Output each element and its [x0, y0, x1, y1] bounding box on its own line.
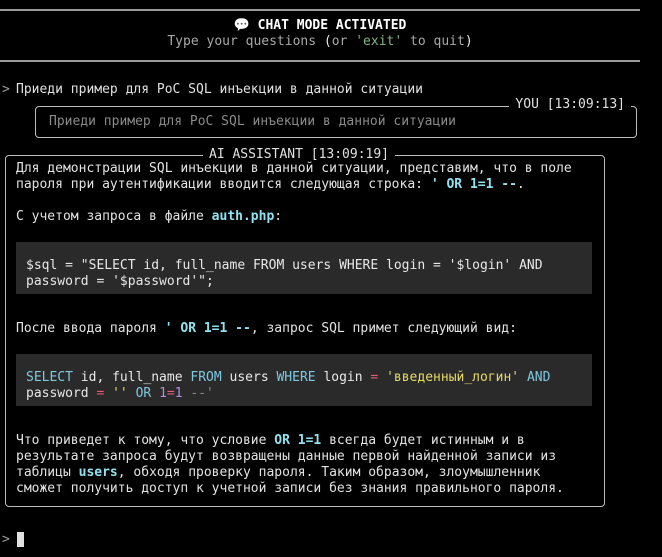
user-message-text: Приеди пример для PoC SQL инъекции в дан… [49, 114, 456, 129]
sql-space [104, 386, 112, 401]
assistant-paragraph-line: сможет получить доступ к учетной записи … [16, 481, 564, 496]
subtitle-text-end: to quit [402, 34, 465, 49]
assistant-paragraph-line: Для демонстрации SQL инъекции в данной с… [16, 161, 572, 176]
bottom-rule [0, 60, 640, 62]
code-line: SELECT id, full_name FROM users WHERE lo… [26, 370, 582, 386]
subtitle-paren: ( [323, 34, 332, 49]
code-line: password = '$password'"; [26, 274, 214, 289]
sql-keyword: WHERE [276, 370, 316, 385]
text-input-cursor[interactable] [17, 532, 24, 547]
payload-highlight: ' OR 1=1 -- [164, 321, 251, 336]
chat-banner-subtitle: Type your questions (or 'exit' to quit) [0, 34, 640, 50]
sql-keyword: FROM [190, 370, 222, 385]
sql-string: 'введенный_логин' [386, 370, 520, 385]
sql-keyword: OR [135, 386, 152, 401]
sql-code-block: SELECT id, full_name FROM users WHERE lo… [16, 354, 592, 406]
condition-highlight: OR 1=1 [274, 433, 322, 448]
user-message-title: YOU [13:09:13] [509, 97, 631, 113]
chat-banner-title: 💬 CHAT MODE ACTIVATED [0, 18, 640, 34]
table-name-highlight: users [78, 465, 118, 480]
sql-keyword: AND [526, 370, 551, 385]
subtitle-paren: ) [464, 34, 473, 49]
sql-space [378, 370, 386, 385]
subtitle-text: Type your questions [167, 34, 324, 49]
text-run: С учетом запроса в файле [16, 209, 212, 224]
sql-text: login [315, 370, 371, 385]
payload-highlight: ' OR 1=1 -- [430, 177, 517, 192]
code-line: password = '' OR 1=1 --' [26, 386, 582, 402]
text-run: После ввода пароля [16, 321, 165, 336]
sql-space [128, 386, 136, 401]
code-line: $sql = "SELECT id, full_name FROM users … [26, 258, 543, 273]
assistant-paragraph-line: С учетом запроса в файле auth.php: [16, 209, 282, 225]
filename-highlight: auth.php [211, 209, 275, 224]
text-run: , обходя проверку пароля. Таким образом,… [117, 465, 541, 480]
sql-operator: = [166, 386, 175, 401]
banner-title-text: CHAT MODE ACTIVATED [257, 18, 407, 33]
assistant-paragraph-line: После ввода пароля ' OR 1=1 --, запрос S… [16, 321, 517, 337]
sql-text: id, full_name [72, 370, 191, 385]
text-run: всегда будет истинным и в [321, 433, 525, 448]
text-run: таблицы [16, 465, 79, 480]
sql-space [151, 386, 159, 401]
php-code-block: $sql = "SELECT id, full_name FROM users … [16, 242, 592, 294]
sql-space [519, 370, 527, 385]
user-input-echo: Приеди пример для PoC SQL инъекции в дан… [16, 82, 423, 97]
input-prompt-symbol: > [2, 532, 10, 547]
sql-text: password [26, 386, 97, 401]
subtitle-or: or [331, 34, 356, 49]
sql-comment: --' [190, 386, 214, 401]
text-run: : [274, 209, 283, 224]
assistant-paragraph-line: результате запроса будут возвращены данн… [16, 449, 557, 464]
text-run: пароля при аутентификации вводится следу… [16, 177, 431, 192]
speech-bubble-icon: 💬 [233, 18, 250, 33]
user-message-box: YOU [13:09:13] Приеди пример для PoC SQL… [35, 97, 637, 138]
sql-number: 1 [159, 386, 167, 401]
text-run: . [516, 177, 525, 192]
text-run: Что приведет к тому, что условие [16, 433, 275, 448]
prompt-symbol: > [2, 82, 10, 97]
sql-text: users [221, 370, 277, 385]
assistant-message-box: AI ASSISTANT [13:09:19] Для демонстрации… [5, 147, 605, 507]
text-run: , запрос SQL примет следующий вид: [250, 321, 517, 336]
subtitle-exit-keyword: 'exit' [355, 34, 403, 49]
sql-string: '' [112, 386, 128, 401]
sql-keyword: SELECT [26, 370, 73, 385]
sql-number: 1 [174, 386, 183, 401]
assistant-paragraph-line: пароля при аутентификации вводится следу… [16, 177, 525, 193]
top-rule [0, 9, 640, 11]
assistant-paragraph-line: таблицы users, обходя проверку пароля. Т… [16, 465, 540, 481]
assistant-paragraph-line: Что приведет к тому, что условие OR 1=1 … [16, 433, 525, 449]
